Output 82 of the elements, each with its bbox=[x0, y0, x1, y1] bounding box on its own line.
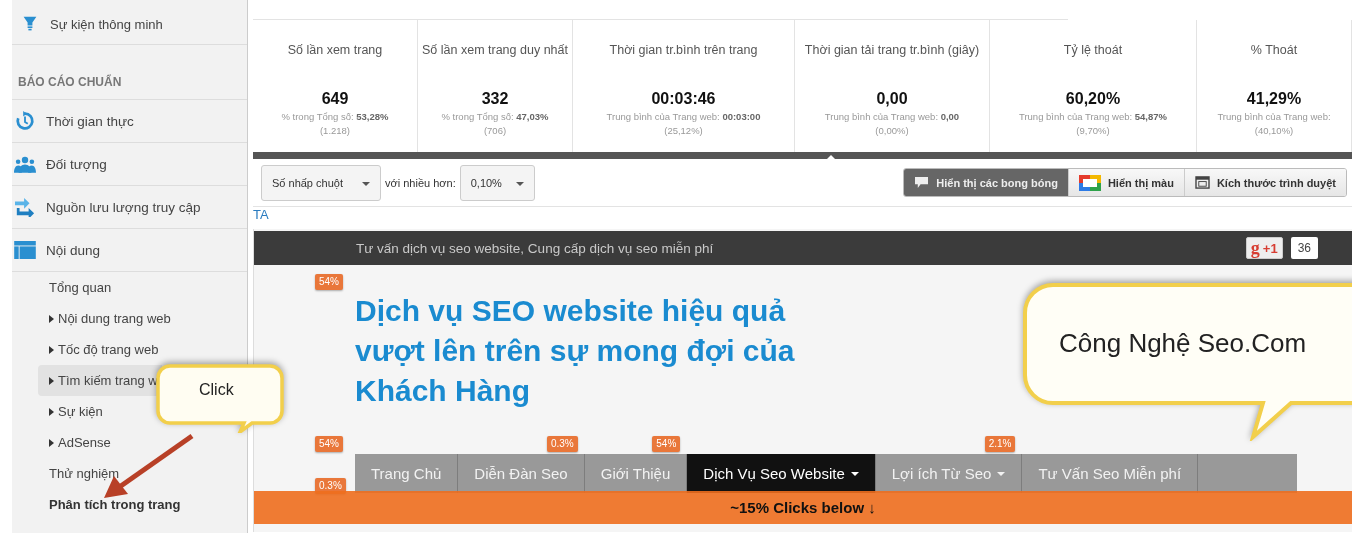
sidebar-subitem[interactable]: Tổng quan bbox=[38, 272, 116, 303]
metric-value: 649 bbox=[321, 90, 349, 108]
threshold-select[interactable]: 0,10% bbox=[459, 164, 535, 201]
subitem-label: Sự kiện bbox=[58, 404, 103, 419]
metric-subvalue: (1.218) bbox=[319, 125, 351, 136]
funnel-icon bbox=[22, 15, 38, 33]
expand-icon bbox=[49, 345, 54, 354]
speech-bubble-icon bbox=[914, 176, 930, 189]
metric-note: Trung bình của Trang web: bbox=[1217, 111, 1331, 122]
metric-select[interactable]: Số nhấp chuột bbox=[261, 164, 381, 201]
metric-note: Trung bình của Trang web: 00:03:00 bbox=[606, 111, 761, 122]
sidebar-subitem[interactable]: AdSense bbox=[38, 427, 115, 458]
click-percent-badge: 2.1% bbox=[984, 436, 1016, 452]
metric-subvalue: (25,12%) bbox=[664, 125, 703, 136]
metric-title: Tỷ lệ thoát bbox=[1063, 42, 1123, 58]
site-tagline: Tư vấn dịch vụ seo website, Cung cấp dịch vụ seo miễn phí bbox=[356, 240, 714, 256]
site-heading: Dịch vụ SEO website hiệu quả vượt lên trên sự mong đợi của Khách Hàng bbox=[355, 293, 796, 409]
menu-tab[interactable]: Dịch Vụ Seo Website bbox=[687, 454, 876, 493]
layout-icon bbox=[14, 241, 36, 259]
expand-icon bbox=[49, 407, 54, 416]
callout-text: Công Nghệ Seo.Com bbox=[1059, 328, 1307, 359]
metric-note: % trong Tổng số: 47,03% bbox=[441, 111, 549, 122]
arrows-icon bbox=[14, 197, 36, 217]
metric-title: Số lần xem trang duy nhất bbox=[422, 42, 568, 58]
sidebar-item[interactable]: Sự kiện thông minh bbox=[12, 0, 247, 45]
click-percent-badge: 54% bbox=[652, 436, 681, 452]
sidebar-subitem[interactable]: Sự kiện bbox=[38, 396, 107, 427]
view-toggle-button[interactable]: Hiển thị các bong bóng bbox=[904, 169, 1068, 196]
subitem-label: AdSense bbox=[58, 435, 111, 450]
metric-note: % trong Tổng số: 53,28% bbox=[281, 111, 389, 122]
metric-note: Trung bình của Trang web: 54,87% bbox=[1018, 111, 1168, 122]
click-percent-badge: 0.3% bbox=[546, 436, 578, 452]
plus-one-button[interactable]: g +1 bbox=[1245, 237, 1283, 259]
metric-subvalue: (706) bbox=[483, 125, 507, 136]
metric-note: Trung bình của Trang web: 0,00 bbox=[824, 111, 960, 122]
expand-icon bbox=[49, 438, 54, 447]
view-toggle-button[interactable]: Hiển thị màu bbox=[1067, 169, 1184, 196]
metric-value: 60,20% bbox=[1065, 90, 1121, 108]
metric-value: 41,29% bbox=[1246, 90, 1302, 108]
sidebar-subitem[interactable]: Nội dung trang web bbox=[38, 303, 175, 334]
metric-title: Số lần xem trang bbox=[287, 42, 383, 58]
sidebar-subitem[interactable]: Thử nghiệm bbox=[38, 458, 124, 489]
click-percent-badge: 54% bbox=[315, 274, 343, 290]
subitem-label: Thử nghiệm bbox=[49, 466, 120, 481]
metric-value: 332 bbox=[481, 90, 509, 108]
view-toggle-button[interactable]: Kích thước trình duyệt bbox=[1183, 169, 1346, 196]
caret-icon bbox=[362, 182, 370, 186]
callout-text: Click bbox=[199, 381, 234, 399]
threshold-label: với nhiều hơn: bbox=[385, 176, 456, 189]
metric-title: Thời gian tải trang tr.bình (giây) bbox=[804, 42, 980, 58]
metric-title: Thời gian tr.bình trên trang bbox=[609, 42, 758, 58]
sidebar-item[interactable]: Nguồn lưu lượng truy cập bbox=[12, 186, 247, 229]
caret-icon bbox=[997, 471, 1006, 476]
share-count: 36 bbox=[1290, 237, 1318, 259]
sidebar-item[interactable]: Nội dung bbox=[12, 229, 247, 272]
subitem-label: Phân tích trong trang bbox=[49, 497, 181, 512]
metric-title: % Thoát bbox=[1250, 42, 1298, 58]
caret-icon bbox=[850, 471, 859, 476]
metric-subvalue: (0,00%) bbox=[875, 125, 909, 136]
sidebar-item[interactable]: Thời gian thực bbox=[12, 100, 247, 143]
caret-icon bbox=[515, 182, 524, 186]
refresh-icon bbox=[14, 110, 36, 132]
color-squares-icon bbox=[1078, 174, 1101, 191]
notch-icon bbox=[827, 155, 835, 159]
sidebar-subitem[interactable]: Phân tích trong trang bbox=[38, 489, 185, 520]
click-percent-badge: 54% bbox=[315, 436, 343, 452]
subitem-label: Tốc độ trang web bbox=[58, 342, 159, 357]
sidebar-item[interactable]: Đối tượng bbox=[12, 143, 247, 186]
metric-subvalue: (9,70%) bbox=[1076, 125, 1110, 136]
subitem-label: Tổng quan bbox=[49, 280, 112, 295]
frame-label: TA bbox=[253, 207, 269, 222]
expand-icon bbox=[49, 314, 54, 323]
subitem-label: Nội dung trang web bbox=[58, 311, 171, 326]
metric-value: 0,00 bbox=[876, 90, 908, 108]
metric-value: 00:03:46 bbox=[651, 90, 716, 108]
window-icon bbox=[1194, 176, 1210, 189]
section-title: BÁO CÁO CHUẨN bbox=[12, 75, 247, 100]
people-icon bbox=[14, 155, 36, 173]
metric-subvalue: (40,10%) bbox=[1254, 125, 1294, 136]
expand-icon bbox=[49, 376, 54, 385]
clicks-below-text: ~15% Clicks below ↓ bbox=[730, 499, 876, 516]
sidebar-subitem[interactable]: Tốc độ trang web bbox=[38, 334, 163, 365]
